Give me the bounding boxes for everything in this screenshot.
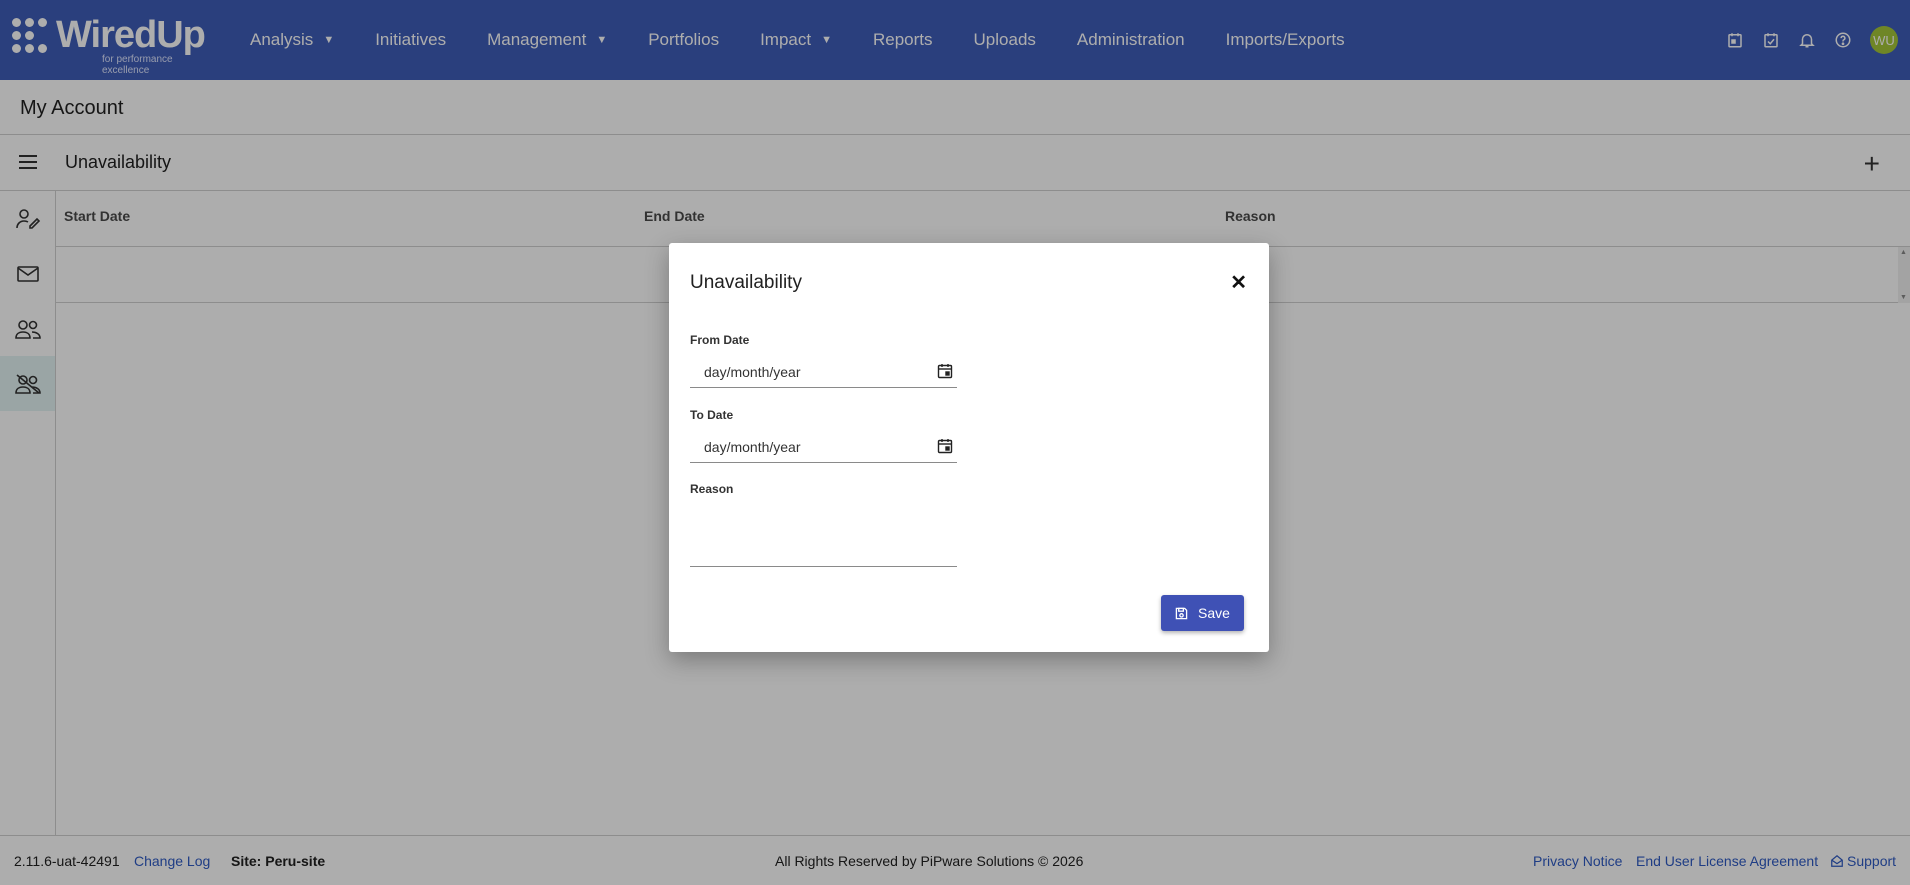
from-date-field[interactable]: day/month/year xyxy=(690,356,957,388)
close-icon[interactable]: ✕ xyxy=(1230,270,1247,295)
save-button-label: Save xyxy=(1198,605,1230,621)
dialog-title: Unavailability xyxy=(690,272,802,293)
to-date-field[interactable]: day/month/year xyxy=(690,431,957,463)
reason-textarea[interactable] xyxy=(690,515,957,567)
calendar-picker-icon[interactable] xyxy=(937,363,953,384)
save-icon xyxy=(1175,607,1188,619)
unavailability-dialog: Unavailability ✕ From Date day/month/yea… xyxy=(669,243,1269,652)
from-date-label: From Date xyxy=(690,333,750,347)
to-date-placeholder: day/month/year xyxy=(704,439,801,455)
save-button[interactable]: Save xyxy=(1161,595,1244,631)
calendar-picker-icon[interactable] xyxy=(937,438,953,459)
from-date-placeholder: day/month/year xyxy=(704,364,801,380)
to-date-label: To Date xyxy=(690,408,734,422)
reason-label: Reason xyxy=(690,482,734,496)
